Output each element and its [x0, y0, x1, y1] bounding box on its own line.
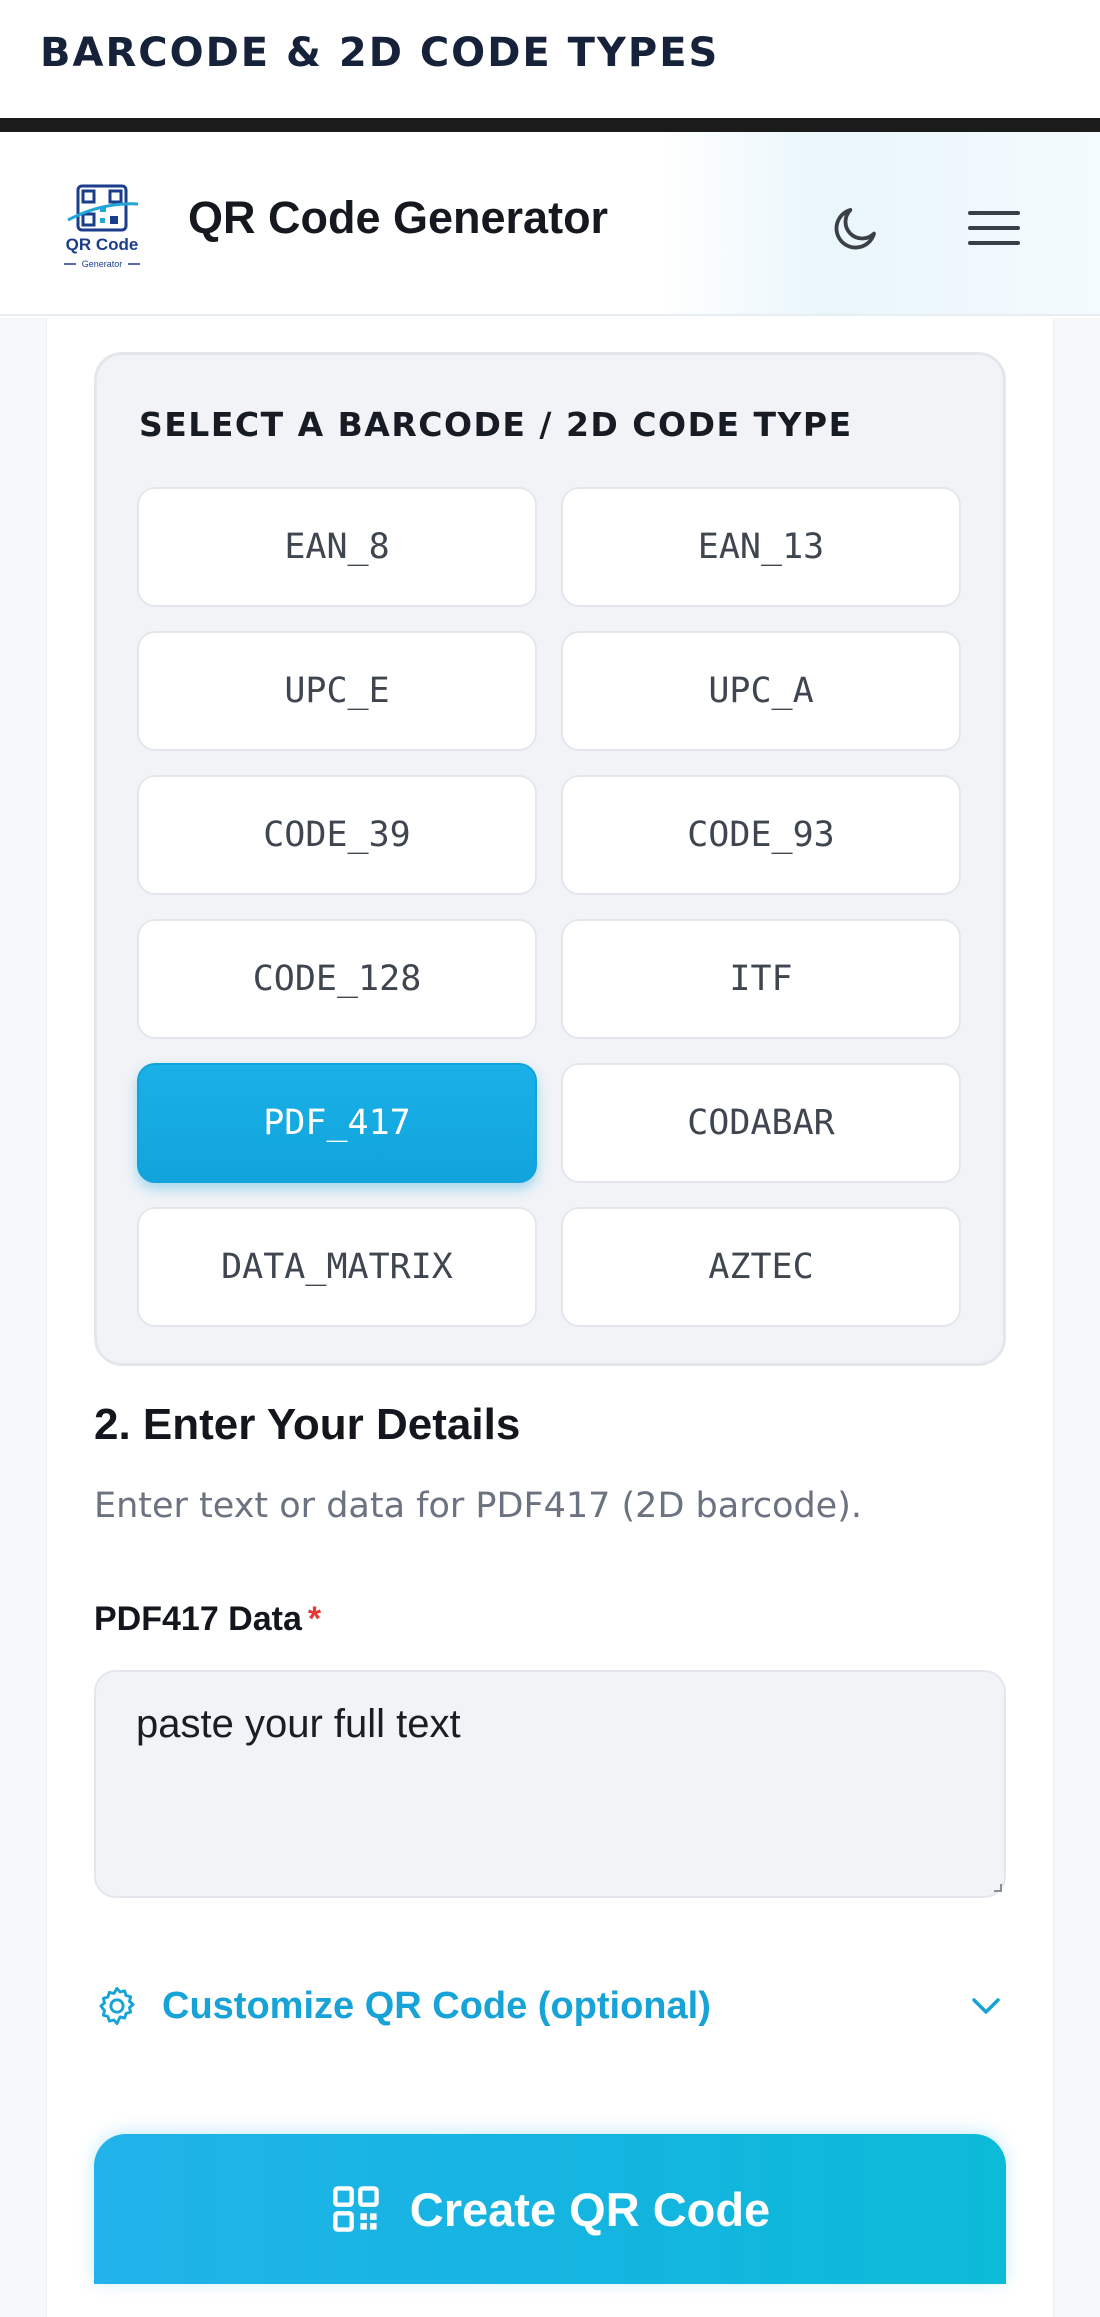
field-label-text: PDF417 Data — [94, 1600, 302, 1638]
moon-icon — [834, 208, 876, 250]
theme-toggle-button[interactable] — [826, 198, 886, 258]
pdf417-data-input[interactable]: paste your full text — [94, 1670, 1006, 1898]
type-button-data-matrix[interactable]: DATA_MATRIX — [137, 1207, 537, 1327]
svg-text:QR Code: QR Code — [66, 235, 139, 254]
code-type-grid: EAN_8 EAN_13 UPC_E UPC_A CODE_39 CODE_93… — [137, 487, 967, 1327]
type-button-code-93[interactable]: CODE_93 — [561, 775, 961, 895]
caption-banner: BARCODE & 2D CODE TYPES — [0, 0, 1100, 132]
details-description: Enter text or data for PDF417 (2D barcod… — [94, 1486, 863, 1526]
type-button-code-39[interactable]: CODE_39 — [137, 775, 537, 895]
type-button-ean-8[interactable]: EAN_8 — [137, 487, 537, 607]
chevron-down-icon — [972, 1998, 1000, 2014]
type-button-code-128[interactable]: CODE_128 — [137, 919, 537, 1039]
customize-label: Customize QR Code (optional) — [162, 1984, 711, 2027]
hamburger-menu-icon — [968, 211, 1020, 245]
svg-text:Generator: Generator — [82, 259, 123, 269]
code-type-panel: SELECT A BARCODE / 2D CODE TYPE EAN_8 EA… — [94, 352, 1006, 1366]
type-button-upc-a[interactable]: UPC_A — [561, 631, 961, 751]
type-button-pdf-417[interactable]: PDF_417 — [137, 1063, 537, 1183]
qr-code-icon — [333, 2186, 379, 2232]
caption-text: BARCODE & 2D CODE TYPES — [40, 30, 720, 76]
customize-toggle[interactable]: Customize QR Code (optional) — [94, 1976, 1006, 2036]
type-button-upc-e[interactable]: UPC_E — [137, 631, 537, 751]
app-logo[interactable]: QR Code Generator — [56, 180, 148, 272]
pdf417-data-label: PDF417 Data * — [94, 1600, 321, 1639]
create-qr-code-button[interactable]: Create QR Code — [94, 2134, 1006, 2284]
app-title: QR Code Generator — [188, 192, 609, 243]
type-button-codabar[interactable]: CODABAR — [561, 1063, 961, 1183]
app-header: QR Code Generator QR Code Generator — [0, 132, 1100, 316]
caption-divider — [0, 118, 1100, 132]
required-marker: * — [307, 1600, 322, 1638]
type-button-ean-13[interactable]: EAN_13 — [561, 487, 961, 607]
type-button-itf[interactable]: ITF — [561, 919, 961, 1039]
code-type-heading: SELECT A BARCODE / 2D CODE TYPE — [139, 405, 853, 444]
details-section-title: 2. Enter Your Details — [94, 1400, 521, 1449]
textarea-resize-handle[interactable] — [994, 1884, 1002, 1892]
gear-icon — [99, 1986, 135, 2026]
qr-logo-icon: QR Code Generator — [64, 184, 140, 269]
menu-button[interactable] — [964, 200, 1024, 256]
type-button-aztec[interactable]: AZTEC — [561, 1207, 961, 1327]
create-button-label: Create QR Code — [409, 2182, 771, 2236]
